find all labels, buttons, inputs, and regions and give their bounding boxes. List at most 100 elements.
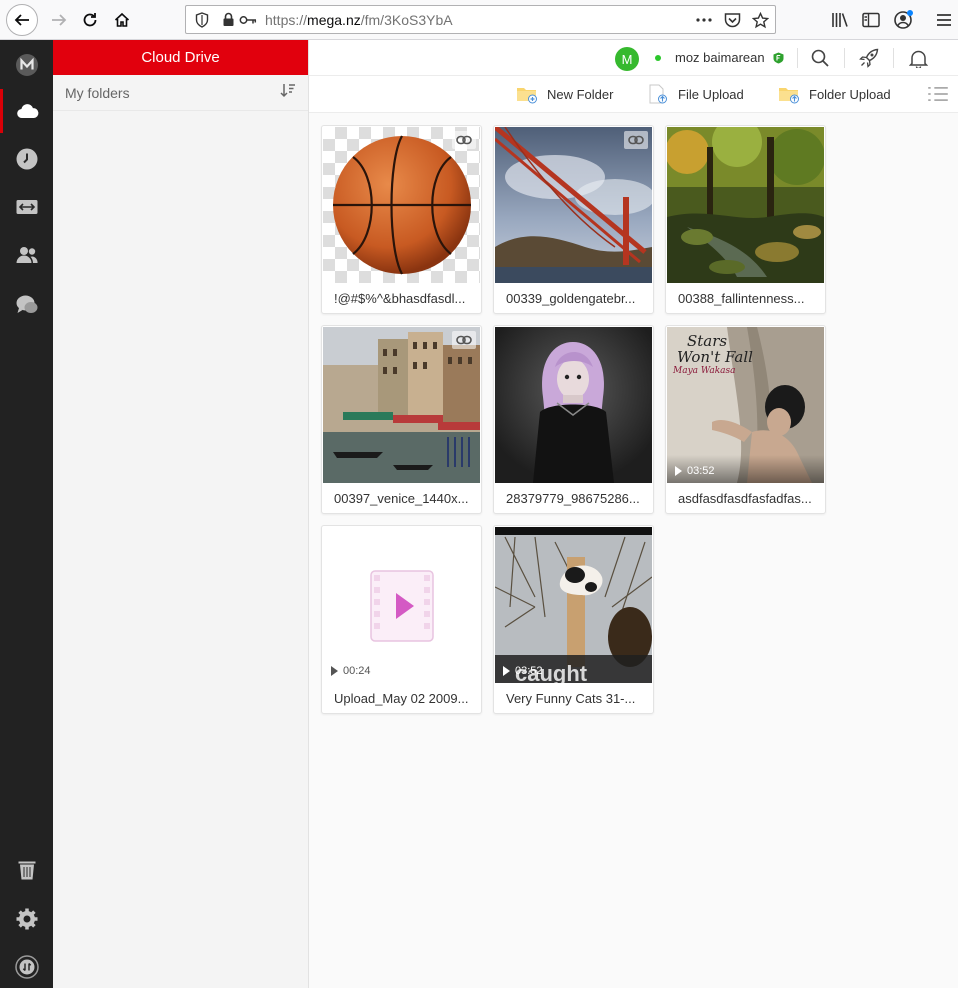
file-card[interactable]: !@#$%^&bhasdfasdl... bbox=[321, 125, 482, 314]
golden-gate-bridge-image bbox=[495, 127, 652, 283]
rail-cloud-drive[interactable] bbox=[0, 89, 53, 133]
url-bar[interactable]: https://mega.nz/fm/3KoS3YbA bbox=[185, 5, 776, 34]
file-name: Upload_May 02 2009... bbox=[334, 691, 469, 706]
file-card[interactable]: 28379779_98675286... bbox=[493, 325, 654, 514]
rocket-icon[interactable] bbox=[858, 47, 880, 69]
menu-icon[interactable] bbox=[933, 9, 955, 31]
key-icon[interactable] bbox=[239, 14, 257, 26]
file-upload-button[interactable]: File Upload bbox=[647, 84, 744, 104]
home-button[interactable] bbox=[106, 4, 138, 36]
left-rail bbox=[0, 40, 53, 988]
video-file-icon bbox=[370, 570, 434, 642]
link-icon[interactable] bbox=[624, 131, 648, 149]
rail-settings[interactable] bbox=[0, 897, 53, 941]
file-card[interactable]: 00388_fallintenness... bbox=[665, 125, 826, 314]
new-folder-button[interactable]: New Folder bbox=[516, 84, 613, 104]
transfer-status-icon bbox=[14, 955, 39, 979]
chat-icon bbox=[16, 295, 37, 313]
file-upload-label: File Upload bbox=[678, 86, 744, 102]
avatar[interactable]: M bbox=[615, 47, 639, 71]
bell-icon[interactable] bbox=[907, 47, 929, 69]
forward-button[interactable] bbox=[43, 4, 75, 36]
funny-cats-video-frame bbox=[495, 527, 652, 683]
file-card[interactable]: 00397_venice_1440x... bbox=[321, 325, 482, 514]
file-name: 00339_goldengatebr... bbox=[506, 291, 636, 306]
file-name: 00388_fallintenness... bbox=[678, 291, 805, 306]
video-duration: 03:52 bbox=[503, 665, 543, 677]
forward-icon bbox=[52, 14, 67, 26]
more-icon[interactable] bbox=[695, 11, 713, 29]
rail-rubbish-bin[interactable] bbox=[0, 848, 53, 892]
file-grid: !@#$%^&bhasdfasdl... 00339_goldengatebr.… bbox=[309, 113, 958, 988]
play-icon bbox=[675, 466, 682, 476]
file-thumbnail bbox=[495, 127, 652, 283]
video-caption-top bbox=[495, 527, 652, 535]
folder-upload-label: Folder Upload bbox=[809, 86, 891, 102]
forest-stream-image bbox=[667, 127, 824, 283]
url-domain: mega.nz bbox=[307, 12, 361, 28]
video-duration: 03:52 bbox=[675, 465, 715, 477]
my-folders-bar: My folders bbox=[53, 75, 308, 111]
file-thumbnail: Stars Won't Fall Maya Wakasa 03:52 bbox=[667, 327, 824, 483]
settings-gear-icon bbox=[16, 908, 37, 930]
video-overlay-line-3: Maya Wakasa bbox=[673, 366, 736, 376]
cloud-drive-header[interactable]: Cloud Drive bbox=[53, 40, 308, 75]
video-overlay-line-2: Won't Fall bbox=[677, 348, 753, 366]
url-text[interactable]: https://mega.nz/fm/3KoS3YbA bbox=[265, 12, 453, 28]
mega-logo-button[interactable] bbox=[0, 43, 53, 87]
star-icon[interactable] bbox=[751, 11, 769, 29]
search-icon[interactable] bbox=[809, 47, 831, 69]
video-duration: 00:24 bbox=[331, 665, 371, 677]
list-view-icon[interactable] bbox=[927, 84, 949, 104]
rail-chat[interactable] bbox=[0, 283, 53, 327]
rail-contacts[interactable] bbox=[0, 233, 53, 277]
file-card[interactable]: 00339_goldengatebr... bbox=[493, 125, 654, 314]
cloud-icon bbox=[17, 104, 39, 119]
reload-button[interactable] bbox=[74, 4, 106, 36]
back-icon bbox=[14, 14, 29, 26]
file-thumbnail bbox=[323, 327, 480, 483]
transfers-icon bbox=[16, 200, 37, 214]
folder-upload-button[interactable]: Folder Upload bbox=[778, 84, 891, 104]
sidebar-icon[interactable] bbox=[860, 9, 882, 31]
play-icon bbox=[331, 666, 338, 676]
venice-canal-image bbox=[323, 327, 480, 483]
file-thumbnail bbox=[495, 327, 652, 483]
tree-panel: Cloud Drive My folders bbox=[53, 40, 309, 988]
file-name: 00397_venice_1440x... bbox=[334, 491, 469, 506]
link-icon[interactable] bbox=[452, 131, 476, 149]
back-button[interactable] bbox=[6, 4, 38, 36]
browser-toolbar: https://mega.nz/fm/3KoS3YbA bbox=[0, 0, 958, 40]
sort-icon[interactable] bbox=[280, 83, 296, 103]
rail-transfers[interactable] bbox=[0, 185, 53, 229]
url-protocol: https:// bbox=[265, 12, 308, 28]
contacts-icon bbox=[16, 247, 38, 263]
library-icon[interactable] bbox=[829, 9, 851, 31]
shield-icon[interactable] bbox=[195, 12, 209, 28]
folder-upload-icon bbox=[779, 88, 799, 104]
my-folders-label: My folders bbox=[65, 84, 130, 101]
rubbish-bin-icon bbox=[18, 861, 35, 880]
new-folder-label: New Folder bbox=[547, 86, 614, 102]
file-card[interactable]: caught 03:52 Very Funny Cats 31-... bbox=[493, 525, 654, 714]
rail-recents[interactable] bbox=[0, 137, 53, 181]
header-separator bbox=[797, 48, 798, 68]
pocket-icon[interactable] bbox=[723, 11, 741, 29]
link-icon[interactable] bbox=[452, 331, 476, 349]
file-thumbnail: 00:24 bbox=[323, 527, 480, 683]
file-upload-icon bbox=[649, 84, 667, 104]
rail-transfer-status[interactable] bbox=[0, 945, 53, 989]
account-icon[interactable] bbox=[892, 9, 914, 31]
online-status-dot bbox=[655, 55, 661, 61]
file-name: 28379779_98675286... bbox=[506, 491, 640, 506]
file-card[interactable]: 00:24 Upload_May 02 2009... bbox=[321, 525, 482, 714]
lock-icon[interactable] bbox=[222, 12, 235, 27]
header-separator bbox=[893, 48, 894, 68]
top-header: M moz baimarean bbox=[309, 40, 958, 76]
file-card[interactable]: Stars Won't Fall Maya Wakasa 03:52 asdfa… bbox=[665, 325, 826, 514]
header-separator bbox=[844, 48, 845, 68]
video-overlay-line-1: Stars bbox=[687, 332, 728, 350]
reload-icon bbox=[83, 13, 97, 27]
username[interactable]: moz baimarean bbox=[675, 50, 765, 65]
duration-label: 00:24 bbox=[343, 665, 371, 677]
